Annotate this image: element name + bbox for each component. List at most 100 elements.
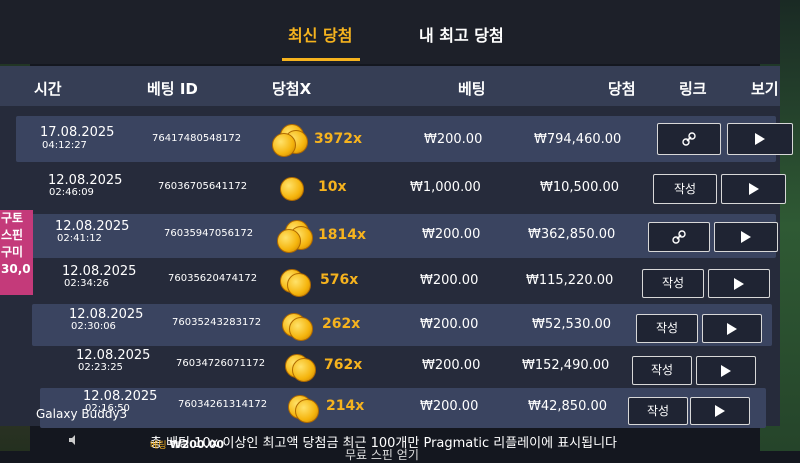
row-bet-amount: ₩200.00 <box>420 317 479 332</box>
header-win: 당첨 <box>608 80 636 98</box>
promo-line: 구토 <box>1 211 24 225</box>
row-multiplier: 3972x <box>314 131 362 147</box>
row-time: 02:30:06 <box>71 321 116 332</box>
row-time: 04:12:27 <box>42 140 87 151</box>
coin-icon <box>278 175 316 205</box>
row-bet-id: 76035243283172 <box>172 317 262 328</box>
active-tab-underline <box>282 58 360 61</box>
link-button[interactable] <box>648 222 710 252</box>
row-time: 02:23:25 <box>78 362 123 373</box>
sound-icon[interactable] <box>68 434 80 446</box>
link-icon <box>682 132 696 146</box>
coin-pair-icon <box>288 391 326 423</box>
row-bet-amount: ₩200.00 <box>420 399 479 414</box>
row-date: 12.08.2025 <box>48 173 123 188</box>
coin-pair-icon <box>280 265 318 297</box>
row-date: 17.08.2025 <box>40 125 115 140</box>
row-bet-amount: ₩200.00 <box>424 132 483 147</box>
table-row: 12.08.2025 02:16:50 76034261314172 214x … <box>40 388 766 428</box>
row-date: 12.08.2025 <box>69 307 144 322</box>
tab-best-label: 내 최고 당첨 <box>419 26 504 45</box>
share-button[interactable]: 작성 <box>636 314 698 343</box>
play-replay-button[interactable] <box>721 174 786 204</box>
header-bet: 베팅 <box>458 80 486 98</box>
row-time: 02:46:09 <box>49 187 94 198</box>
play-icon <box>727 322 737 335</box>
row-multiplier: 214x <box>326 398 365 414</box>
row-multiplier: 10x <box>318 179 347 195</box>
row-win-amount: ₩152,490.00 <box>522 358 610 373</box>
header-view: 보기 <box>751 80 779 98</box>
bet-display: 베팅 ₩200.00 <box>150 438 224 451</box>
table-row: 12.08.2025 02:34:26 76035620474172 576x … <box>28 260 776 302</box>
row-bet-id: 76036705641172 <box>158 181 248 192</box>
row-win-amount: ₩52,530.00 <box>532 317 612 332</box>
promo-line: 스핀 <box>1 228 24 242</box>
row-date: 12.08.2025 <box>55 219 130 234</box>
table-row: 17.08.2025 04:12:27 76417480548172 3972x… <box>16 116 793 162</box>
play-replay-button[interactable] <box>702 314 762 343</box>
tab-bar: 최신 당첨 내 최고 당첨 <box>0 0 780 64</box>
coin-pair-icon <box>282 309 320 341</box>
row-win-amount: ₩794,460.00 <box>534 132 622 147</box>
share-button[interactable]: 작성 <box>632 356 692 385</box>
play-replay-button[interactable] <box>714 222 778 252</box>
play-icon <box>721 364 731 377</box>
coin-pair-icon <box>285 350 323 382</box>
play-icon <box>755 133 765 145</box>
header-win-x: 당첨X <box>272 80 312 98</box>
share-button[interactable]: 작성 <box>642 269 704 298</box>
promo-line: 구미 <box>1 245 24 259</box>
row-multiplier: 762x <box>324 357 363 373</box>
bet-display-value: ₩200.00 <box>169 438 225 451</box>
row-bet-id: 76035620474172 <box>168 273 258 284</box>
row-bet-amount: ₩1,000.00 <box>410 180 481 195</box>
row-bet-id: 76034261314172 <box>178 399 268 410</box>
row-time: 02:34:26 <box>64 278 109 289</box>
row-multiplier: 262x <box>322 316 361 332</box>
header-link: 링크 <box>679 80 707 98</box>
row-bet-amount: ₩200.00 <box>422 227 481 242</box>
play-replay-button[interactable] <box>727 123 793 155</box>
coin-stack-icon <box>277 220 315 253</box>
table-row: 12.08.2025 02:23:25 76034726071172 762x … <box>36 346 768 388</box>
row-win-amount: ₩42,850.00 <box>528 399 608 414</box>
row-date: 12.08.2025 <box>76 348 151 363</box>
row-win-amount: ₩362,850.00 <box>528 227 616 242</box>
row-win-amount: ₩10,500.00 <box>540 180 620 195</box>
play-icon <box>715 405 725 417</box>
play-icon <box>741 231 751 243</box>
free-spins-label[interactable]: 무료 스핀 얻기 <box>345 446 419 463</box>
history-panel: 최신 당첨 내 최고 당첨 시간 베팅 ID 당첨X 베팅 당첨 링크 보기 1… <box>0 0 793 451</box>
share-button[interactable]: 작성 <box>628 397 688 425</box>
play-replay-button[interactable] <box>696 356 756 385</box>
play-replay-button[interactable] <box>708 269 770 298</box>
play-replay-button[interactable] <box>690 397 750 425</box>
camera-watermark: Galaxy Buddy3 <box>36 407 128 421</box>
tab-latest-label: 최신 당첨 <box>288 26 353 45</box>
row-win-amount: ₩115,220.00 <box>526 273 614 288</box>
header-time: 시간 <box>34 80 62 98</box>
table-header: 시간 베팅 ID 당첨X 베팅 당첨 링크 보기 <box>0 66 780 106</box>
table-row: 12.08.2025 02:30:06 76035243283172 262x … <box>32 304 772 346</box>
row-bet-amount: ₩200.00 <box>420 273 479 288</box>
link-button[interactable] <box>657 123 721 155</box>
row-bet-id: 76034726071172 <box>176 358 266 369</box>
share-button[interactable]: 작성 <box>653 174 717 204</box>
header-bet-id: 베팅 ID <box>147 80 198 98</box>
row-bet-id: 76417480548172 <box>152 133 242 144</box>
play-icon <box>748 183 759 195</box>
row-multiplier: 1814x <box>318 227 366 243</box>
tab-latest-wins[interactable]: 최신 당첨 <box>282 22 360 61</box>
play-icon <box>734 277 744 290</box>
row-multiplier: 576x <box>320 272 359 288</box>
row-time: 02:41:12 <box>57 233 102 244</box>
promo-banner: 구토 스핀 구미 30,0 <box>0 210 33 295</box>
coin-stack-icon <box>272 124 310 157</box>
row-date: 12.08.2025 <box>83 389 158 404</box>
promo-line: 30,0 <box>1 262 31 276</box>
bet-display-label: 베팅 <box>150 441 167 451</box>
table-row: 12.08.2025 02:41:12 76035947056172 1814x… <box>24 214 778 258</box>
table-row: 12.08.2025 02:46:09 76036705641172 10x ₩… <box>20 166 786 210</box>
tab-my-best-wins[interactable]: 내 최고 당첨 <box>419 22 504 46</box>
